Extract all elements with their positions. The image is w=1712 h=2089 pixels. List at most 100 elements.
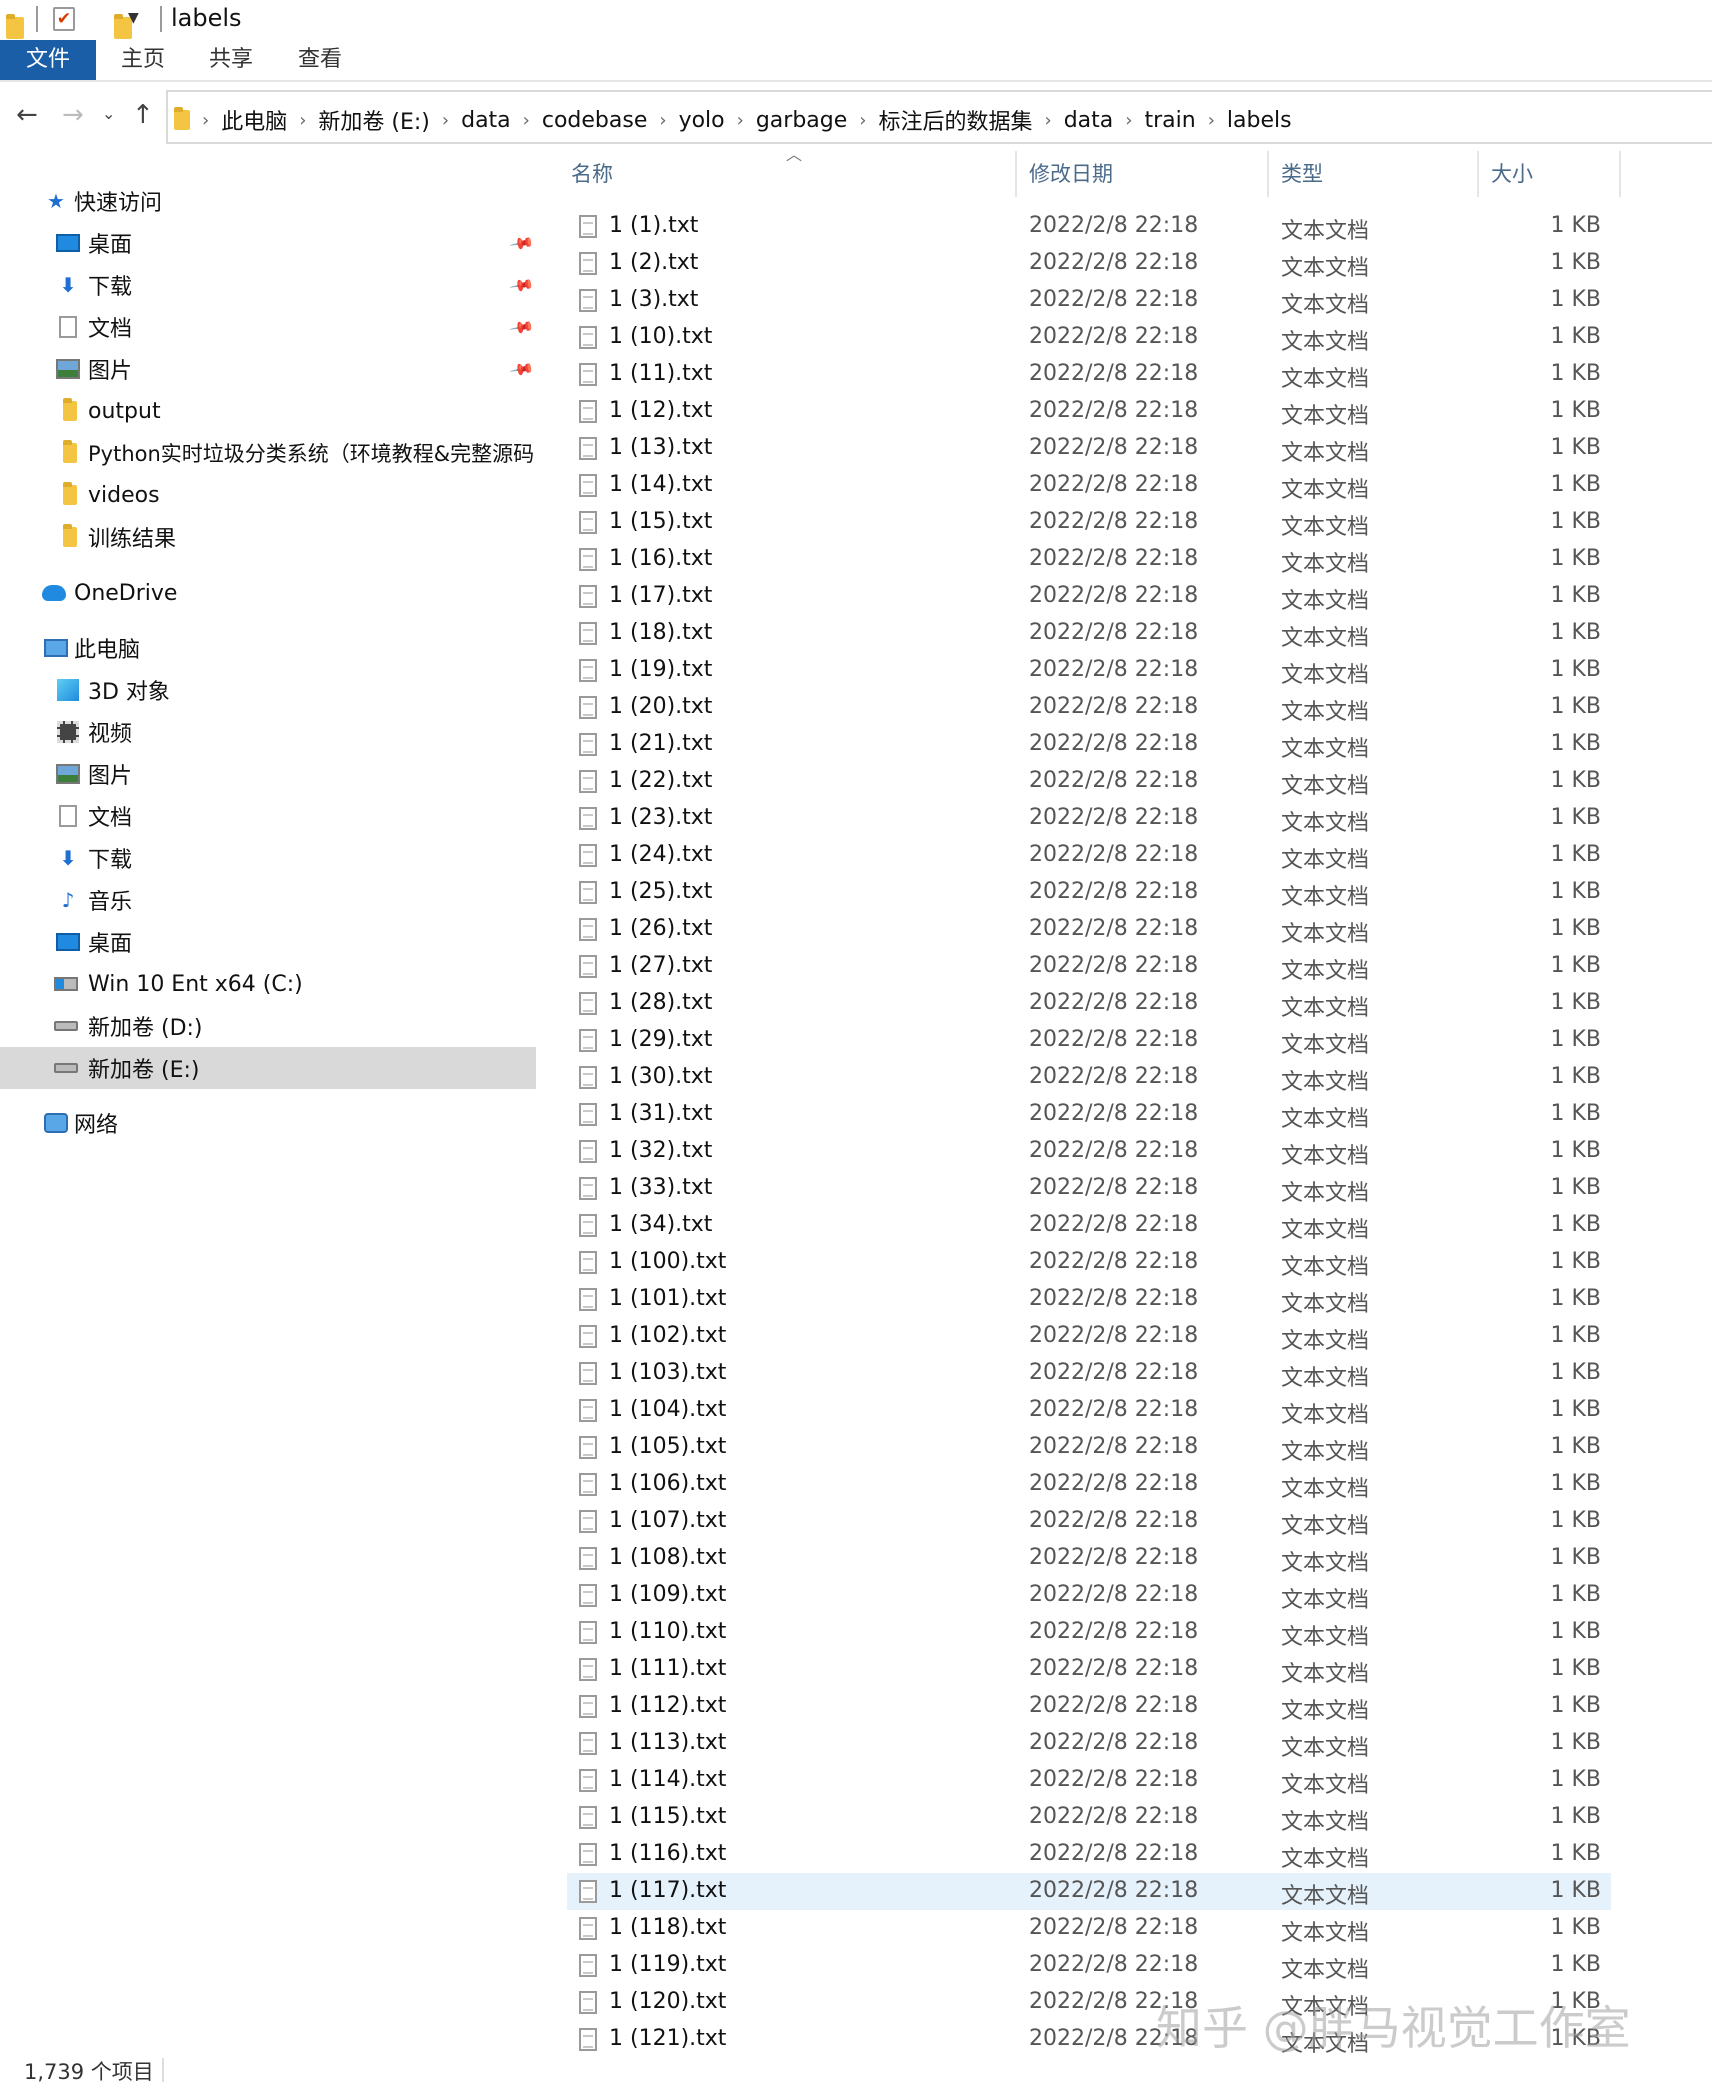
sidebar-item-pc-desktop[interactable]: 桌面 [0, 921, 536, 963]
table-row[interactable]: 1 (10).txt 2022/2/8 22:18 文本文档 1 KB [567, 319, 1611, 356]
sidebar-item-pc-pictures[interactable]: 图片 [0, 753, 536, 795]
sidebar-item-this-pc[interactable]: 此电脑 [0, 627, 536, 669]
pin-icon[interactable]: 📌 [508, 272, 535, 299]
table-row[interactable]: 1 (108).txt 2022/2/8 22:18 文本文档 1 KB [567, 1540, 1611, 1577]
chevron-right-icon[interactable]: › [442, 110, 449, 131]
table-row[interactable]: 1 (118).txt 2022/2/8 22:18 文本文档 1 KB [567, 1910, 1611, 1947]
back-arrow-icon[interactable]: ← [16, 100, 38, 130]
column-header-size[interactable]: 大小 [1491, 145, 1611, 203]
table-row[interactable]: 1 (28).txt 2022/2/8 22:18 文本文档 1 KB [567, 985, 1611, 1022]
table-row[interactable]: 1 (23).txt 2022/2/8 22:18 文本文档 1 KB [567, 800, 1611, 837]
chevron-right-icon[interactable]: › [737, 110, 744, 131]
chevron-right-icon[interactable]: › [299, 110, 306, 131]
table-row[interactable]: 1 (15).txt 2022/2/8 22:18 文本文档 1 KB [567, 504, 1611, 541]
sidebar-item-desktop[interactable]: 桌面 📌 [0, 222, 536, 264]
sidebar-item-music[interactable]: ♪ 音乐 [0, 879, 536, 921]
breadcrumb-item[interactable]: 此电脑 [221, 104, 287, 136]
sidebar-item-pc-downloads[interactable]: ⬇ 下载 [0, 837, 536, 879]
breadcrumb-item[interactable]: data [461, 108, 511, 133]
table-row[interactable]: 1 (33).txt 2022/2/8 22:18 文本文档 1 KB [567, 1170, 1611, 1207]
table-row[interactable]: 1 (116).txt 2022/2/8 22:18 文本文档 1 KB [567, 1836, 1611, 1873]
sidebar-item-drive-e[interactable]: 新加卷 (E:) [0, 1047, 536, 1089]
table-row[interactable]: 1 (18).txt 2022/2/8 22:18 文本文档 1 KB [567, 615, 1611, 652]
table-row[interactable]: 1 (105).txt 2022/2/8 22:18 文本文档 1 KB [567, 1429, 1611, 1466]
up-arrow-icon[interactable]: ↑ [132, 100, 154, 130]
column-header-type[interactable]: 类型 [1281, 145, 1481, 203]
table-row[interactable]: 1 (100).txt 2022/2/8 22:18 文本文档 1 KB [567, 1244, 1611, 1281]
sidebar-item-pc-documents[interactable]: 文档 [0, 795, 536, 837]
table-row[interactable]: 1 (106).txt 2022/2/8 22:18 文本文档 1 KB [567, 1466, 1611, 1503]
table-row[interactable]: 1 (115).txt 2022/2/8 22:18 文本文档 1 KB [567, 1799, 1611, 1836]
table-row[interactable]: 1 (114).txt 2022/2/8 22:18 文本文档 1 KB [567, 1762, 1611, 1799]
sidebar-item-output[interactable]: output [0, 390, 536, 432]
breadcrumb-item[interactable]: 标注后的数据集 [878, 104, 1032, 136]
sidebar-item-drive-c[interactable]: Win 10 Ent x64 (C:) [0, 963, 536, 1005]
table-row[interactable]: 1 (110).txt 2022/2/8 22:18 文本文档 1 KB [567, 1614, 1611, 1651]
table-row[interactable]: 1 (1).txt 2022/2/8 22:18 文本文档 1 KB [567, 208, 1611, 245]
chevron-right-icon[interactable]: › [659, 110, 666, 131]
chevron-right-icon[interactable]: › [1045, 110, 1052, 131]
sidebar-item-network[interactable]: 网络 [0, 1102, 536, 1144]
sidebar-item-drive-d[interactable]: 新加卷 (D:) [0, 1005, 536, 1047]
pin-icon[interactable]: 📌 [508, 356, 535, 383]
address-bar[interactable]: › 此电脑 › 新加卷 (E:) › data › codebase › yol… [166, 90, 1712, 144]
table-row[interactable]: 1 (27).txt 2022/2/8 22:18 文本文档 1 KB [567, 948, 1611, 985]
sidebar-item-documents[interactable]: 文档 📌 [0, 306, 536, 348]
sidebar-item-3d-objects[interactable]: 3D 对象 [0, 669, 536, 711]
recent-locations-chevron-icon[interactable]: ⌄ [102, 104, 115, 123]
table-row[interactable]: 1 (2).txt 2022/2/8 22:18 文本文档 1 KB [567, 245, 1611, 282]
table-row[interactable]: 1 (11).txt 2022/2/8 22:18 文本文档 1 KB [567, 356, 1611, 393]
chevron-right-icon[interactable]: › [859, 110, 866, 131]
breadcrumb-item[interactable]: 新加卷 (E:) [318, 104, 429, 136]
table-row[interactable]: 1 (31).txt 2022/2/8 22:18 文本文档 1 KB [567, 1096, 1611, 1133]
column-divider[interactable] [1015, 151, 1017, 197]
table-row[interactable]: 1 (13).txt 2022/2/8 22:18 文本文档 1 KB [567, 430, 1611, 467]
pin-icon[interactable]: 📌 [508, 314, 535, 341]
breadcrumb-item[interactable]: train [1144, 108, 1195, 133]
chevron-right-icon[interactable]: › [202, 110, 209, 131]
tab-view[interactable]: 查看 [298, 40, 342, 80]
table-row[interactable]: 1 (34).txt 2022/2/8 22:18 文本文档 1 KB [567, 1207, 1611, 1244]
chevron-down-icon[interactable]: ▼ [128, 10, 139, 26]
table-row[interactable]: 1 (17).txt 2022/2/8 22:18 文本文档 1 KB [567, 578, 1611, 615]
sidebar-item-videos-folder[interactable]: videos [0, 474, 536, 516]
table-row[interactable]: 1 (107).txt 2022/2/8 22:18 文本文档 1 KB [567, 1503, 1611, 1540]
table-row[interactable]: 1 (103).txt 2022/2/8 22:18 文本文档 1 KB [567, 1355, 1611, 1392]
table-row[interactable]: 1 (12).txt 2022/2/8 22:18 文本文档 1 KB [567, 393, 1611, 430]
table-row[interactable]: 1 (102).txt 2022/2/8 22:18 文本文档 1 KB [567, 1318, 1611, 1355]
table-row[interactable]: 1 (24).txt 2022/2/8 22:18 文本文档 1 KB [567, 837, 1611, 874]
table-row[interactable]: 1 (21).txt 2022/2/8 22:18 文本文档 1 KB [567, 726, 1611, 763]
table-row[interactable]: 1 (26).txt 2022/2/8 22:18 文本文档 1 KB [567, 911, 1611, 948]
tab-home[interactable]: 主页 [121, 40, 165, 80]
column-divider[interactable] [1267, 151, 1269, 197]
table-row[interactable]: 1 (119).txt 2022/2/8 22:18 文本文档 1 KB [567, 1947, 1611, 1984]
table-row[interactable]: 1 (25).txt 2022/2/8 22:18 文本文档 1 KB [567, 874, 1611, 911]
table-row[interactable]: 1 (117).txt 2022/2/8 22:18 文本文档 1 KB [567, 1873, 1611, 1910]
column-divider[interactable] [1619, 151, 1621, 197]
chevron-right-icon[interactable]: › [1208, 110, 1215, 131]
tab-share[interactable]: 共享 [209, 40, 253, 80]
table-row[interactable]: 1 (20).txt 2022/2/8 22:18 文本文档 1 KB [567, 689, 1611, 726]
sidebar-item-python-project[interactable]: Python实时垃圾分类系统（环境教程&完整源码 [0, 432, 536, 474]
sidebar-item-onedrive[interactable]: OneDrive [0, 572, 536, 614]
chevron-right-icon[interactable]: › [523, 110, 530, 131]
table-row[interactable]: 1 (113).txt 2022/2/8 22:18 文本文档 1 KB [567, 1725, 1611, 1762]
column-divider[interactable] [1477, 151, 1479, 197]
table-row[interactable]: 1 (101).txt 2022/2/8 22:18 文本文档 1 KB [567, 1281, 1611, 1318]
table-row[interactable]: 1 (3).txt 2022/2/8 22:18 文本文档 1 KB [567, 282, 1611, 319]
chevron-right-icon[interactable]: › [1125, 110, 1132, 131]
table-row[interactable]: 1 (29).txt 2022/2/8 22:18 文本文档 1 KB [567, 1022, 1611, 1059]
table-row[interactable]: 1 (104).txt 2022/2/8 22:18 文本文档 1 KB [567, 1392, 1611, 1429]
breadcrumb-item[interactable]: data [1064, 108, 1114, 133]
table-row[interactable]: 1 (32).txt 2022/2/8 22:18 文本文档 1 KB [567, 1133, 1611, 1170]
breadcrumb-item[interactable]: yolo [679, 108, 725, 133]
table-row[interactable]: 1 (112).txt 2022/2/8 22:18 文本文档 1 KB [567, 1688, 1611, 1725]
column-header-name[interactable]: 名称 [571, 145, 1011, 203]
table-row[interactable]: 1 (22).txt 2022/2/8 22:18 文本文档 1 KB [567, 763, 1611, 800]
tab-file[interactable]: 文件 [0, 40, 96, 80]
sidebar-item-quick-access[interactable]: ★ 快速访问 [0, 180, 536, 222]
table-row[interactable]: 1 (14).txt 2022/2/8 22:18 文本文档 1 KB [567, 467, 1611, 504]
table-row[interactable]: 1 (16).txt 2022/2/8 22:18 文本文档 1 KB [567, 541, 1611, 578]
breadcrumb-item[interactable]: garbage [756, 108, 847, 133]
breadcrumb-item[interactable]: labels [1227, 108, 1292, 133]
